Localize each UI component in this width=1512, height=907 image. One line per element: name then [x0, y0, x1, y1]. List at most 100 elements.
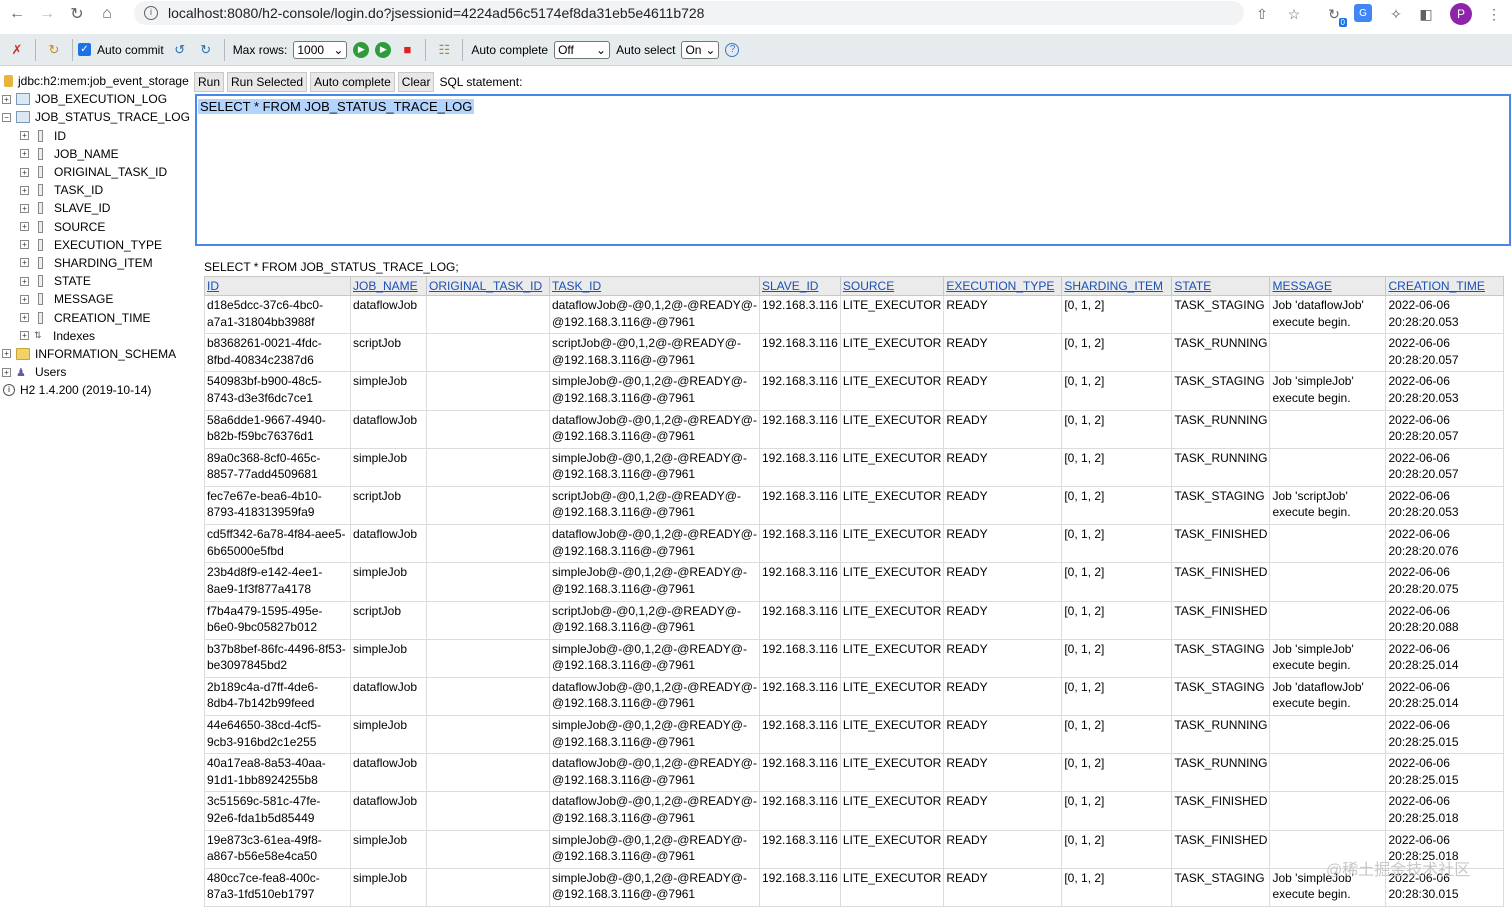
column-header[interactable]: ID [204, 276, 351, 296]
auto-select-select[interactable]: On ⌄ [681, 40, 720, 59]
tree-table-job-execution-log[interactable]: + JOB_EXECUTION_LOG [0, 90, 194, 108]
tree-users[interactable]: + ♟ Users [0, 363, 194, 381]
expand-icon[interactable]: + [20, 167, 29, 177]
table-cell: TASK_RUNNING [1171, 753, 1271, 793]
expand-icon[interactable]: + [20, 276, 29, 286]
home-icon[interactable]: ⌂ [92, 0, 122, 28]
column-header[interactable]: SHARDING_ITEM [1061, 276, 1173, 296]
tree-column-item[interactable]: + ID [0, 127, 194, 145]
column-header[interactable]: ORIGINAL_TASK_ID [426, 276, 550, 296]
extension-sync-icon[interactable]: ↻ 0 [1324, 4, 1347, 27]
tree-table-job-status-trace-log[interactable]: − JOB_STATUS_TRACE_LOG [0, 108, 194, 126]
table-cell: simpleJob [350, 638, 427, 678]
table-cell: dataflowJob [350, 753, 427, 793]
back-icon[interactable]: ← [2, 0, 32, 28]
table-cell: READY [943, 447, 1063, 487]
tree-connection[interactable]: jdbc:h2:mem:job_event_storage [0, 72, 194, 90]
expand-icon[interactable]: + [20, 258, 29, 268]
puzzle-icon[interactable]: ✧ [1386, 4, 1406, 24]
expand-icon[interactable]: + [2, 94, 11, 104]
expand-icon[interactable]: + [20, 331, 29, 341]
expand-icon[interactable]: + [20, 240, 29, 250]
run-selected-button[interactable]: Run Selected [227, 72, 308, 92]
expand-icon[interactable]: + [20, 131, 29, 141]
connection-label: jdbc:h2:mem:job_event_storage [18, 74, 189, 89]
table-cell: 192.168.3.116 [759, 676, 841, 717]
column-header[interactable]: MESSAGE [1269, 276, 1387, 296]
table-cell: [0, 1, 2] [1061, 715, 1173, 755]
column-label: SOURCE [54, 219, 106, 234]
run-button[interactable]: Run [194, 72, 225, 92]
extension-badge: 0 [1338, 18, 1347, 27]
tree-column-item[interactable]: + SLAVE_ID [0, 199, 194, 217]
column-header[interactable]: TASK_ID [549, 276, 760, 296]
tree-column-item[interactable]: + TASK_ID [0, 181, 194, 199]
tree-information-schema[interactable]: + INFORMATION_SCHEMA [0, 345, 194, 363]
collapse-icon[interactable]: − [2, 112, 11, 122]
profile-avatar[interactable]: P [1450, 3, 1472, 25]
disconnect-icon[interactable]: ✗ [7, 40, 27, 60]
commit-icon[interactable]: ↻ [196, 40, 216, 60]
clear-button[interactable]: Clear [397, 72, 435, 92]
tree-column-item[interactable]: + ORIGINAL_TASK_ID [0, 163, 194, 181]
max-rows-select[interactable]: 1000 ⌄ [293, 40, 348, 59]
tree-column-item[interactable]: + STATE [0, 272, 194, 290]
table-cell: 44e64650-38cd-4cf5-9cb3-916bd2c1e255 [204, 715, 351, 755]
address-bar[interactable]: i localhost:8080/h2-console/login.do?jse… [134, 1, 1244, 25]
sql-editor[interactable]: SELECT * FROM JOB_STATUS_TRACE_LOG [195, 94, 1511, 246]
tree-column-item[interactable]: + CREATION_TIME [0, 308, 194, 326]
column-header[interactable]: SLAVE_ID [759, 276, 841, 296]
expand-icon[interactable]: + [20, 149, 29, 159]
more-menu-icon[interactable]: ⋮ [1484, 4, 1504, 24]
help-icon[interactable]: ? [725, 42, 740, 57]
expand-icon[interactable]: + [2, 349, 11, 359]
column-header[interactable]: EXECUTION_TYPE [943, 276, 1063, 296]
sidepanel-icon[interactable]: ◧ [1416, 4, 1436, 24]
column-header[interactable]: STATE [1171, 276, 1271, 296]
run-icon[interactable]: ▶ [353, 41, 370, 58]
table-row: 58a6dde1-9667-4940-b82b-f59bc76376d1 data… [204, 409, 1505, 449]
bookmark-star-icon[interactable]: ☆ [1284, 4, 1304, 24]
table-cell [426, 562, 550, 602]
table-cell [426, 409, 550, 449]
translate-icon[interactable]: G [1354, 4, 1372, 22]
tree-indexes[interactable]: + ⇅ Indexes [0, 327, 194, 345]
column-header[interactable]: SOURCE [839, 276, 945, 296]
column-header[interactable]: JOB_NAME [350, 276, 427, 296]
reload-icon[interactable]: ↻ [62, 0, 92, 28]
run-selected-icon[interactable]: ▶ [375, 41, 392, 58]
auto-complete-button[interactable]: Auto complete [310, 72, 395, 92]
tree-column-item[interactable]: + MESSAGE [0, 290, 194, 308]
expand-icon[interactable]: + [20, 185, 29, 195]
table-row: 23b4d8f9-e142-4ee1-8ae9-1f3f877a4178 simp… [204, 562, 1505, 602]
table-cell: scriptJob [350, 485, 427, 526]
tree-column-item[interactable]: + SHARDING_ITEM [0, 254, 194, 272]
table-cell: TASK_FINISHED [1171, 562, 1271, 602]
share-icon[interactable]: ⇧ [1252, 4, 1272, 24]
expand-icon[interactable]: + [20, 294, 29, 304]
expand-icon[interactable]: + [20, 222, 29, 232]
table-cell: TASK_RUNNING [1171, 333, 1271, 373]
expand-icon[interactable]: + [2, 367, 11, 377]
column-header[interactable]: CREATION_TIME [1385, 276, 1505, 296]
column-icon [38, 275, 43, 288]
tree-column-item[interactable]: + SOURCE [0, 218, 194, 236]
column-label: SLAVE_ID [54, 201, 111, 216]
expand-icon[interactable]: + [20, 203, 29, 213]
history-icon[interactable]: ☷ [434, 40, 454, 60]
rollback-icon[interactable]: ↺ [170, 40, 190, 60]
forward-icon[interactable]: → [32, 0, 62, 28]
table-cell: [0, 1, 2] [1061, 524, 1173, 564]
tree-column-item[interactable]: + EXECUTION_TYPE [0, 236, 194, 254]
auto-commit-checkbox[interactable]: ✓ [78, 43, 91, 56]
h2-toolbar: ✗ ↻ ✓ Auto commit ↺ ↻ Max rows: 1000 ⌄ ▶ … [0, 34, 1512, 66]
table-cell [1269, 600, 1387, 640]
site-info-icon[interactable]: i [144, 6, 158, 20]
auto-complete-select[interactable]: Off ⌄ [554, 40, 611, 59]
tree-column-item[interactable]: + JOB_NAME [0, 145, 194, 163]
refresh-icon[interactable]: ↻ [44, 40, 64, 60]
watermark: @稀土掘金技术社区 [1326, 862, 1471, 879]
table-row: f7b4a479-1595-495e-b6e0-9bc05827b012 scri… [204, 600, 1505, 640]
stop-icon[interactable]: ■ [397, 40, 417, 60]
expand-icon[interactable]: + [20, 313, 29, 323]
